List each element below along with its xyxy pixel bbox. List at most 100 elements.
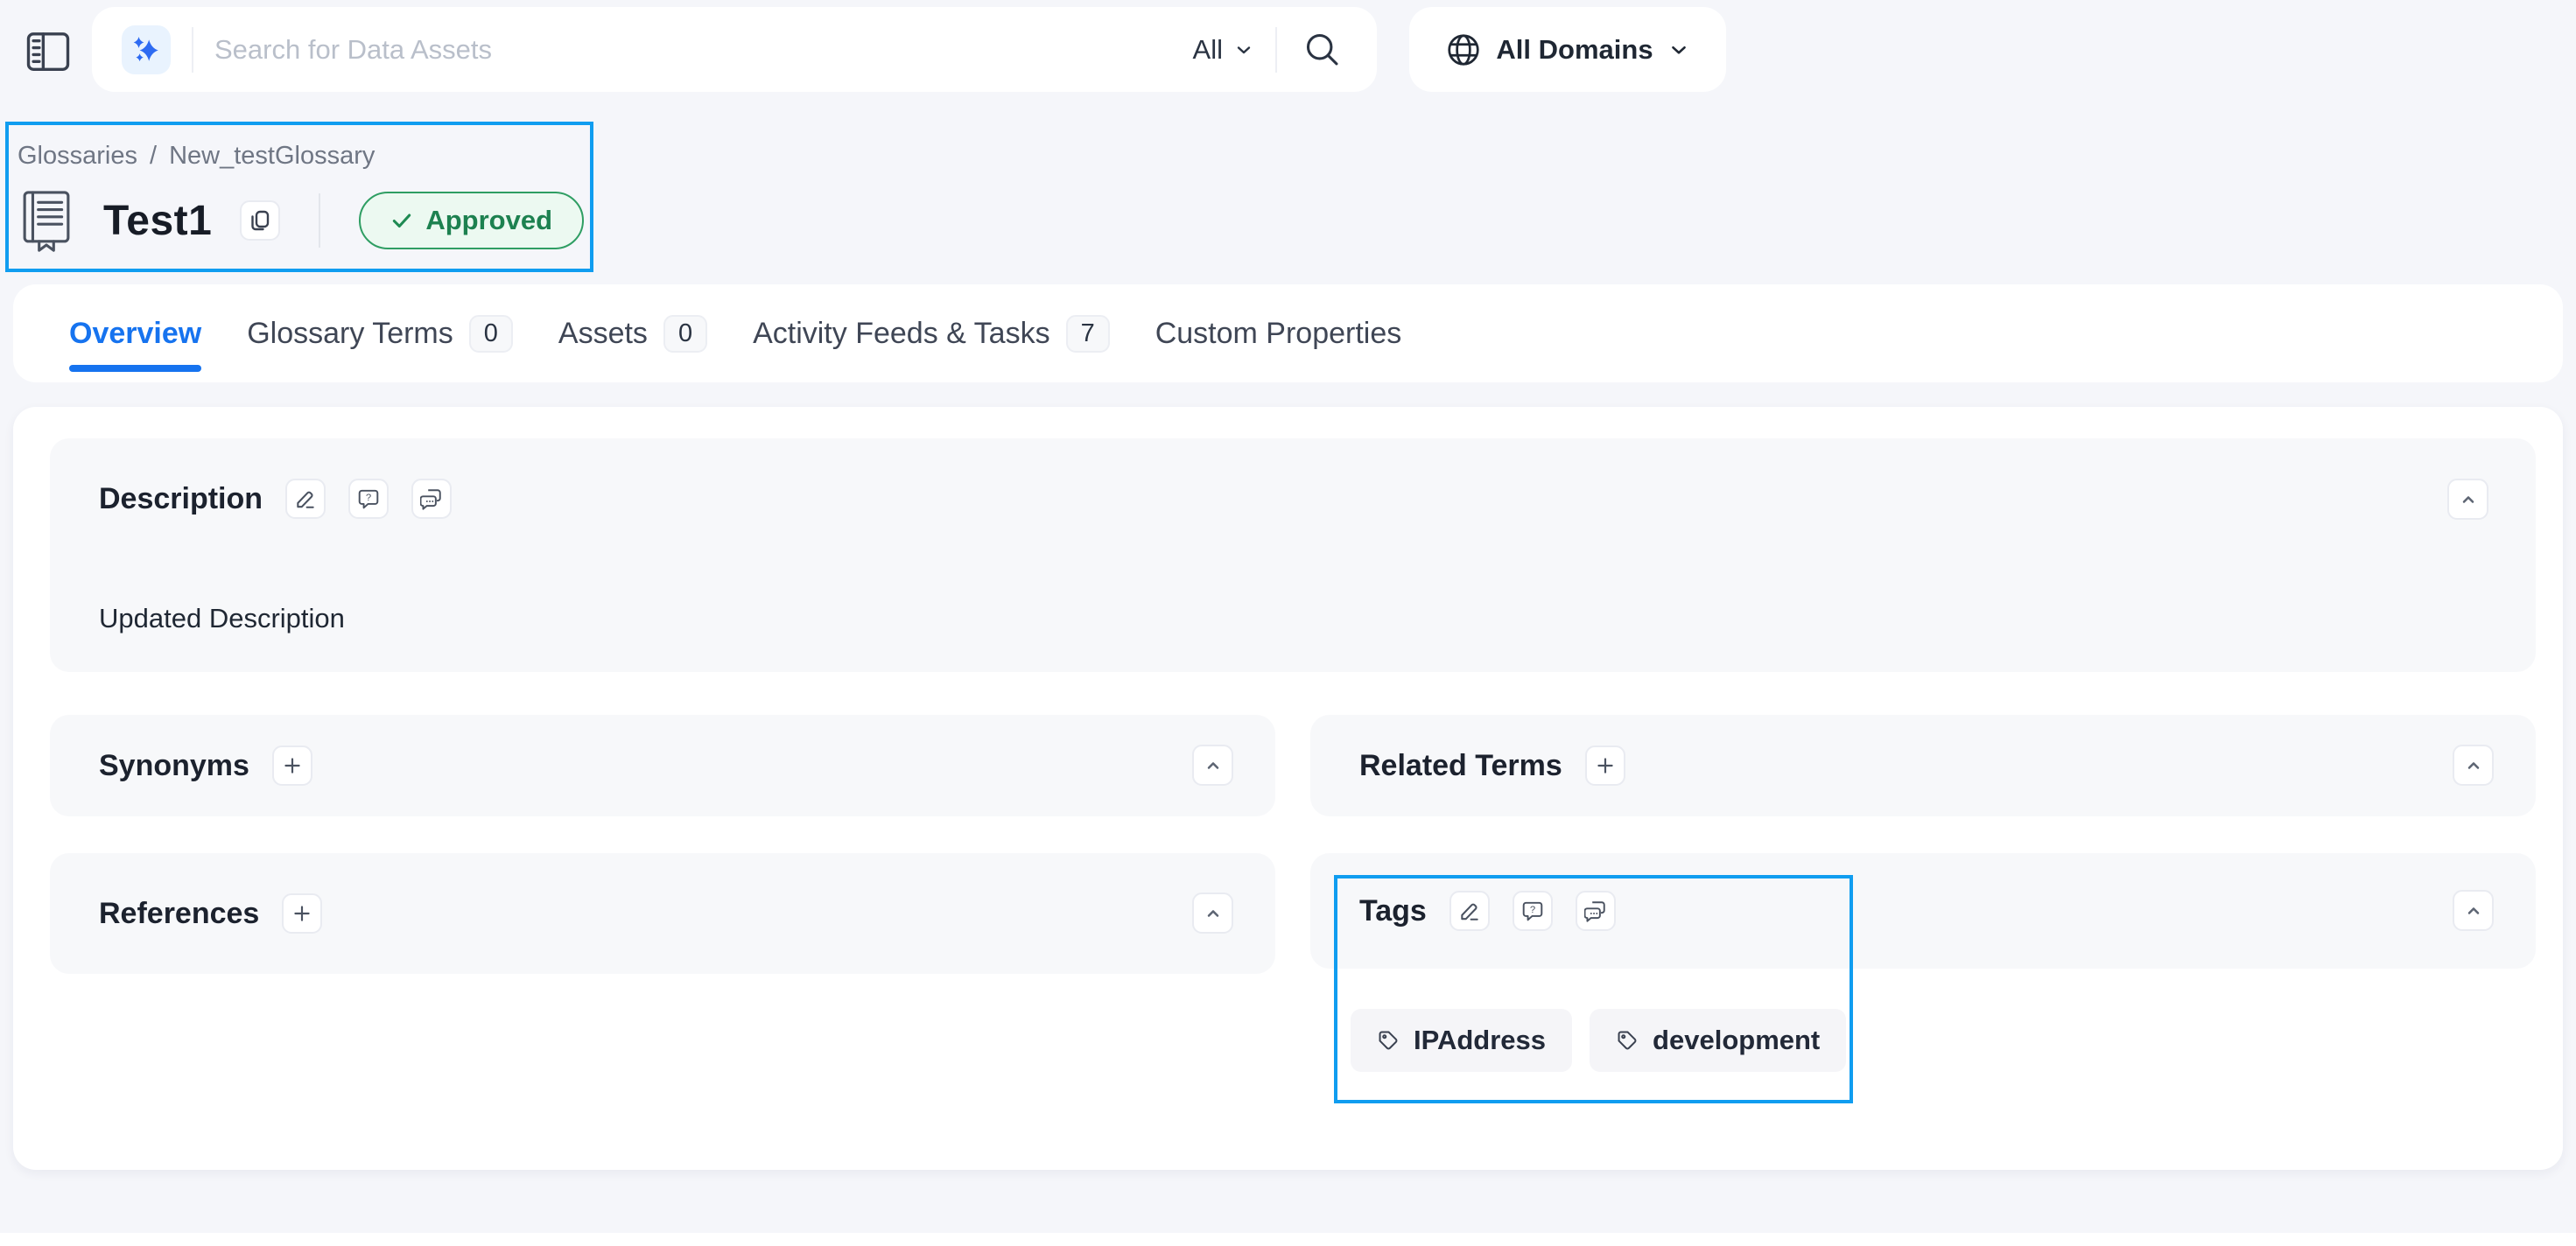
globe-icon bbox=[1445, 32, 1482, 68]
synonyms-title: Synonyms bbox=[99, 749, 249, 783]
description-card: Description ? bbox=[50, 438, 2536, 672]
tag-icon bbox=[1377, 1029, 1400, 1052]
add-reference-button[interactable] bbox=[282, 893, 322, 934]
tags-collapse-button[interactable] bbox=[2453, 890, 2494, 931]
tags-card: Tags ? bbox=[1310, 853, 2536, 1133]
references-card: References bbox=[50, 853, 1275, 974]
tags-title: Tags bbox=[1359, 894, 1427, 928]
related-terms-card: Related Terms bbox=[1310, 715, 2536, 816]
tags-header: Tags ? bbox=[1310, 853, 2536, 969]
description-header: Description ? bbox=[99, 479, 2487, 519]
comments-icon bbox=[420, 487, 443, 510]
add-synonym-button[interactable] bbox=[272, 746, 312, 786]
search-divider bbox=[192, 27, 193, 73]
related-terms-title: Related Terms bbox=[1359, 749, 1562, 783]
copy-name-button[interactable] bbox=[240, 200, 280, 241]
tags-comments-button[interactable] bbox=[1576, 891, 1616, 931]
related-terms-collapse-button[interactable] bbox=[2453, 745, 2494, 786]
tab-bar: Overview Glossary Terms 0 Assets 0 Activ… bbox=[13, 284, 2563, 382]
tab-count-badge: 7 bbox=[1066, 315, 1110, 353]
chevron-down-icon bbox=[1233, 39, 1254, 60]
copy-icon bbox=[248, 208, 272, 233]
tag-chip-label: development bbox=[1653, 1025, 1820, 1056]
tab-label: Glossary Terms bbox=[247, 317, 453, 351]
tags-header-left: Tags ? bbox=[1359, 891, 1616, 931]
status-badge: Approved bbox=[359, 192, 584, 249]
svg-text:?: ? bbox=[366, 493, 371, 503]
sidebar-toggle-icon bbox=[25, 28, 72, 75]
domains-dropdown[interactable]: All Domains bbox=[1409, 7, 1726, 92]
add-icon bbox=[281, 754, 304, 777]
search-input[interactable] bbox=[214, 34, 1193, 66]
tag-chip[interactable]: IPAddress bbox=[1351, 1009, 1572, 1072]
breadcrumb-separator: / bbox=[150, 142, 157, 171]
collapse-icon bbox=[1203, 903, 1224, 924]
domains-dropdown-label: All Domains bbox=[1496, 34, 1653, 66]
add-icon bbox=[291, 902, 313, 925]
collapse-icon bbox=[2463, 755, 2484, 776]
page-title: Test1 bbox=[103, 197, 212, 245]
description-title: Description bbox=[99, 482, 263, 516]
tab-label: Overview bbox=[69, 317, 201, 351]
request-icon: ? bbox=[357, 487, 380, 510]
tab-custom-properties[interactable]: Custom Properties bbox=[1155, 317, 1402, 351]
description-text: Updated Description bbox=[99, 603, 345, 634]
tag-chip-label: IPAddress bbox=[1414, 1025, 1546, 1056]
svg-text:?: ? bbox=[1530, 905, 1535, 915]
edit-description-button[interactable] bbox=[285, 479, 326, 519]
tab-label: Activity Feeds & Tasks bbox=[753, 317, 1050, 351]
collapse-icon bbox=[2463, 900, 2484, 921]
tab-label: Assets bbox=[558, 317, 648, 351]
tag-icon bbox=[1616, 1029, 1639, 1052]
check-icon bbox=[390, 209, 413, 232]
chevron-down-icon bbox=[1667, 38, 1690, 61]
tag-chip[interactable]: development bbox=[1590, 1009, 1846, 1072]
description-comments-button[interactable] bbox=[411, 479, 452, 519]
synonyms-header: Synonyms bbox=[99, 746, 312, 786]
tab-activity-feeds[interactable]: Activity Feeds & Tasks 7 bbox=[753, 315, 1110, 353]
breadcrumb: Glossaries / New_testGlossary bbox=[18, 142, 375, 171]
references-title: References bbox=[99, 897, 259, 931]
status-badge-label: Approved bbox=[425, 205, 552, 236]
search-scope-dropdown[interactable]: All bbox=[1193, 34, 1254, 66]
glossary-book-icon bbox=[21, 188, 72, 253]
search-submit-button[interactable] bbox=[1298, 25, 1347, 74]
overview-panel: Description ? bbox=[13, 407, 2563, 1170]
references-header: References bbox=[99, 893, 322, 934]
tab-assets[interactable]: Assets 0 bbox=[558, 315, 707, 353]
tab-overview[interactable]: Overview bbox=[69, 317, 201, 351]
tab-count-badge: 0 bbox=[663, 315, 707, 353]
entity-title-row: Test1 Approved bbox=[21, 186, 584, 256]
request-icon: ? bbox=[1521, 900, 1544, 922]
add-icon bbox=[1594, 754, 1617, 777]
tab-label: Custom Properties bbox=[1155, 317, 1402, 351]
request-tags-button[interactable]: ? bbox=[1513, 891, 1553, 931]
synonyms-collapse-button[interactable] bbox=[1192, 745, 1233, 786]
related-terms-header: Related Terms bbox=[1359, 746, 1625, 786]
breadcrumb-glossary-name[interactable]: New_testGlossary bbox=[169, 142, 375, 171]
synonyms-card: Synonyms bbox=[50, 715, 1275, 816]
bottom-strip bbox=[0, 1233, 2576, 1246]
description-collapse-button[interactable] bbox=[2447, 479, 2488, 520]
search-scope-label: All bbox=[1193, 34, 1223, 66]
global-search-bar: All bbox=[92, 7, 1377, 92]
add-related-term-button[interactable] bbox=[1585, 746, 1625, 786]
breadcrumb-glossaries[interactable]: Glossaries bbox=[18, 142, 137, 171]
ai-search-button[interactable] bbox=[122, 25, 171, 74]
edit-icon bbox=[294, 487, 317, 510]
tab-glossary-terms[interactable]: Glossary Terms 0 bbox=[247, 315, 513, 353]
title-divider bbox=[319, 193, 320, 248]
edit-icon bbox=[1458, 900, 1481, 922]
tags-list: IPAddress development bbox=[1351, 1009, 1846, 1072]
search-icon bbox=[1303, 31, 1342, 69]
request-description-button[interactable]: ? bbox=[348, 479, 389, 519]
collapse-icon bbox=[1203, 755, 1224, 776]
sidebar-toggle-button[interactable] bbox=[23, 26, 74, 77]
ai-sparkle-icon bbox=[130, 35, 162, 65]
edit-tags-button[interactable] bbox=[1449, 891, 1490, 931]
tab-count-badge: 0 bbox=[469, 315, 513, 353]
collapse-icon bbox=[2458, 489, 2479, 510]
glossary-page: All All Doma bbox=[0, 0, 2576, 1246]
comments-icon bbox=[1584, 900, 1607, 922]
references-collapse-button[interactable] bbox=[1192, 892, 1233, 934]
